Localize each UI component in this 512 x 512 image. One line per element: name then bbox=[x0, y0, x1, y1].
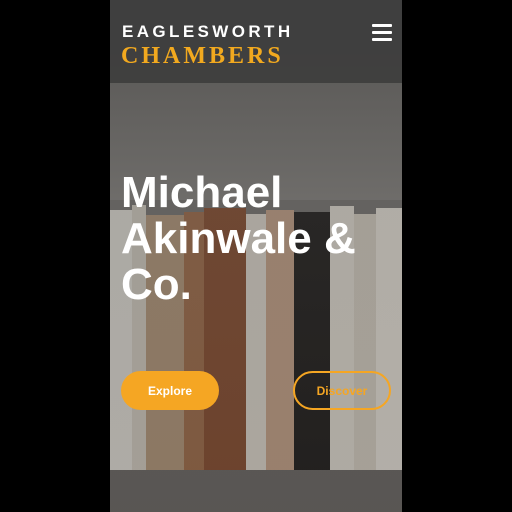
brand-name-line1[interactable]: EAGLESWORTH bbox=[122, 22, 294, 42]
discover-button[interactable]: Discover bbox=[293, 371, 391, 410]
hamburger-menu-icon[interactable] bbox=[372, 24, 392, 41]
menu-bar-top bbox=[372, 24, 392, 27]
explore-button[interactable]: Explore bbox=[121, 371, 219, 410]
header-bar: EAGLESWORTH CHAMBERS bbox=[110, 0, 402, 83]
menu-bar-middle bbox=[372, 31, 392, 34]
brand-name-line2[interactable]: CHAMBERS bbox=[121, 43, 284, 70]
menu-bar-bottom bbox=[372, 38, 392, 41]
hero-title: Michael Akinwale & Co. bbox=[121, 168, 356, 309]
mobile-viewport: EAGLESWORTH CHAMBERS Michael Akinwale & … bbox=[110, 0, 402, 512]
